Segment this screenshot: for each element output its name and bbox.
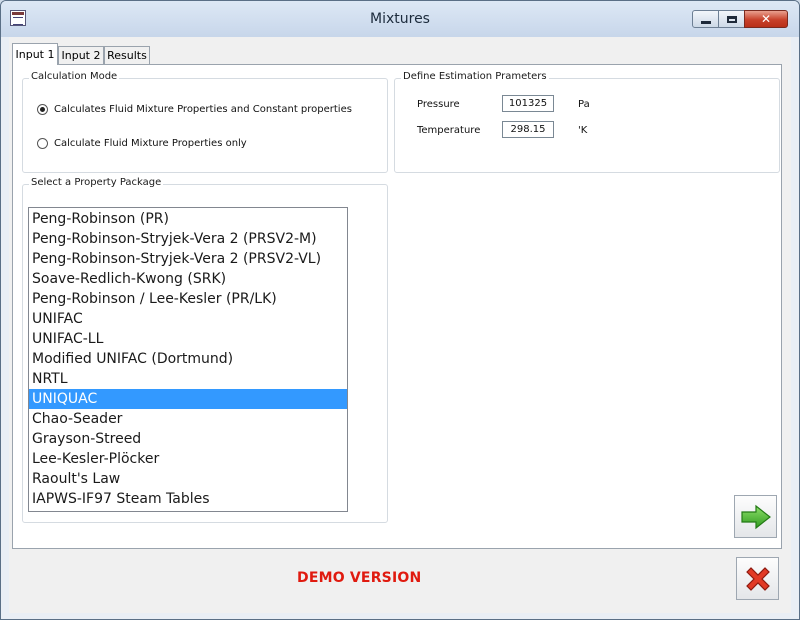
list-item[interactable]: Peng-Robinson-Stryjek-Vera 2 (PRSV2-VL)	[29, 249, 347, 269]
pressure-label: Pressure	[417, 99, 460, 110]
red-x-icon	[745, 566, 770, 591]
arrow-right-icon	[740, 504, 771, 529]
tab-results[interactable]: Results	[104, 46, 150, 65]
cancel-button[interactable]	[736, 557, 779, 600]
property-package-listbox[interactable]: Peng-Robinson (PR) Peng-Robinson-Stryjek…	[28, 207, 348, 512]
list-item[interactable]: Soave-Redlich-Kwong (SRK)	[29, 269, 347, 289]
tab-panel-input-1: Calculation Mode Calculates Fluid Mixtur…	[12, 64, 782, 549]
list-item[interactable]: NRTL	[29, 369, 347, 389]
list-item[interactable]: Peng-Robinson / Lee-Kesler (PR/LK)	[29, 289, 347, 309]
maximize-icon	[726, 15, 737, 23]
list-item[interactable]: Chao-Seader	[29, 409, 347, 429]
radio-mixture-only[interactable]	[37, 138, 48, 149]
client-area: Input 1 Input 2 Results Calculation Mode…	[9, 37, 791, 613]
list-item[interactable]: IAPWS-IF97 Steam Tables	[29, 489, 347, 509]
list-item[interactable]: Raoult's Law	[29, 469, 347, 489]
minimize-icon	[700, 21, 711, 24]
window-frame: Mixtures ✕ Input 1 Input 2 Results Calcu…	[0, 0, 800, 620]
tab-input-1[interactable]: Input 1	[12, 43, 58, 65]
close-icon: ✕	[760, 12, 772, 26]
list-item[interactable]: Peng-Robinson (PR)	[29, 209, 347, 229]
minimize-button[interactable]	[692, 10, 719, 28]
list-item[interactable]: UNIFAC-LL	[29, 329, 347, 349]
list-item-selected[interactable]: UNIQUAC	[29, 389, 347, 409]
property-package-legend: Select a Property Package	[29, 177, 164, 188]
temperature-label: Temperature	[417, 125, 481, 136]
estimation-parameters-group: Define Estimation Prameters Pressure Pa …	[394, 71, 780, 173]
list-item[interactable]: Grayson-Streed	[29, 429, 347, 449]
list-item[interactable]: Lee-Kesler-Plöcker	[29, 449, 347, 469]
list-item[interactable]: Peng-Robinson-Stryjek-Vera 2 (PRSV2-M)	[29, 229, 347, 249]
window-title: Mixtures	[370, 11, 430, 27]
close-button[interactable]: ✕	[744, 10, 788, 28]
radio-row-mixture-and-constant[interactable]: Calculates Fluid Mixture Properties and …	[37, 104, 352, 115]
maximize-button[interactable]	[718, 10, 745, 28]
demo-version-label: DEMO VERSION	[297, 570, 422, 586]
temperature-input[interactable]	[502, 121, 554, 138]
list-item[interactable]: UNIFAC	[29, 309, 347, 329]
radio-mixture-only-label: Calculate Fluid Mixture Properties only	[54, 138, 247, 149]
title-bar[interactable]: Mixtures ✕	[1, 1, 799, 37]
calculation-mode-legend: Calculation Mode	[29, 71, 120, 82]
next-button[interactable]	[734, 495, 777, 538]
temperature-unit: 'K	[578, 125, 588, 136]
tab-input-2[interactable]: Input 2	[58, 46, 104, 65]
pressure-unit: Pa	[578, 99, 590, 110]
radio-row-mixture-only[interactable]: Calculate Fluid Mixture Properties only	[37, 138, 247, 149]
estimation-parameters-legend: Define Estimation Prameters	[401, 71, 549, 82]
list-item[interactable]: Modified UNIFAC (Dortmund)	[29, 349, 347, 369]
pressure-input[interactable]	[502, 95, 554, 112]
radio-mixture-and-constant[interactable]	[37, 104, 48, 115]
radio-mixture-and-constant-label: Calculates Fluid Mixture Properties and …	[54, 104, 352, 115]
calculation-mode-group: Calculation Mode Calculates Fluid Mixtur…	[22, 71, 388, 173]
